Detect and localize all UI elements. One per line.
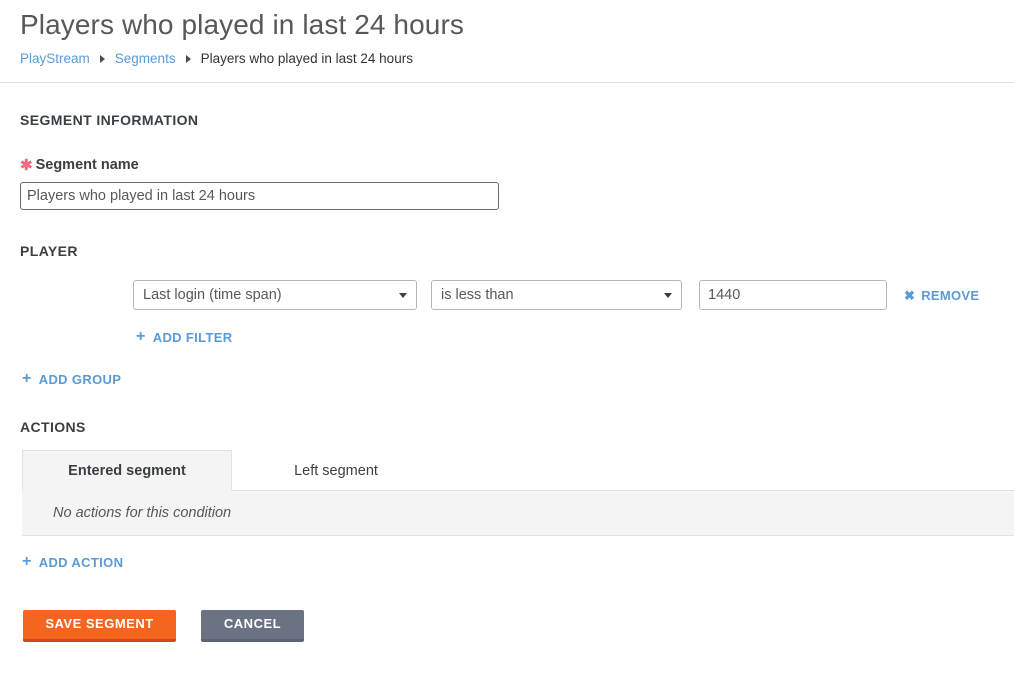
chevron-down-icon [664,293,672,298]
page-body: SEGMENT INFORMATION ✱ Segment name PLAYE… [0,83,1014,642]
segment-name-input[interactable] [20,182,499,210]
segment-name-label-text: Segment name [35,157,139,173]
plus-icon: + [22,370,32,387]
actions-tab-strip: Entered segment Left segment [22,450,1014,491]
actions-tabs-area: Entered segment Left segment No actions … [22,450,1014,536]
add-filter-row: + ADD FILTER [20,328,1014,345]
save-segment-button[interactable]: SAVE SEGMENT [23,610,176,642]
add-action-label: ADD ACTION [38,554,124,570]
segment-name-label: ✱ Segment name [20,157,1014,173]
tab-left-segment[interactable]: Left segment [232,450,440,491]
breadcrumb-link-playstream[interactable]: PlayStream [20,50,90,68]
filter-attribute-value: Last login (time span) [143,287,282,303]
breadcrumb-link-segments[interactable]: Segments [115,50,176,68]
required-asterisk-icon: ✱ [20,157,33,174]
filter-attribute-select[interactable]: Last login (time span) [133,280,417,310]
add-filter-label: ADD FILTER [152,329,233,345]
segment-information-heading: SEGMENT INFORMATION [20,112,199,128]
form-actions: SAVE SEGMENT CANCEL [20,610,1014,642]
remove-filter-label: REMOVE [921,287,980,303]
breadcrumb-current: Players who played in last 24 hours [200,51,413,66]
add-group-row: + ADD GROUP [20,370,1014,387]
add-group-label: ADD GROUP [38,371,122,387]
add-group-button[interactable]: + ADD GROUP [22,371,121,387]
tab-entered-segment[interactable]: Entered segment [22,450,232,491]
filter-row: Last login (time span) is less than ✖ RE… [20,280,1014,310]
add-action-row: + ADD ACTION [20,553,1014,570]
plus-icon: + [136,328,146,345]
chevron-right-icon [185,55,191,63]
add-filter-button[interactable]: + ADD FILTER [136,329,233,345]
player-heading: PLAYER [20,243,78,259]
close-x-icon: ✖ [904,287,916,303]
page-title: Players who played in last 24 hours [20,9,464,40]
actions-heading: ACTIONS [20,419,86,435]
chevron-down-icon [399,293,407,298]
filter-operator-value: is less than [441,287,514,303]
remove-filter-button[interactable]: ✖ REMOVE [904,288,979,303]
filter-operator-select[interactable]: is less than [431,280,682,310]
filter-value-input[interactable] [699,280,887,310]
plus-icon: + [22,553,32,570]
chevron-right-icon [99,55,105,63]
add-action-button[interactable]: + ADD ACTION [22,554,123,570]
actions-tab-panel: No actions for this condition [22,490,1014,536]
cancel-button[interactable]: CANCEL [201,610,304,642]
no-actions-message: No actions for this condition [53,505,232,521]
page-header: Players who played in last 24 hours Play… [0,0,1014,83]
breadcrumb: PlayStream Segments Players who played i… [20,50,1014,68]
